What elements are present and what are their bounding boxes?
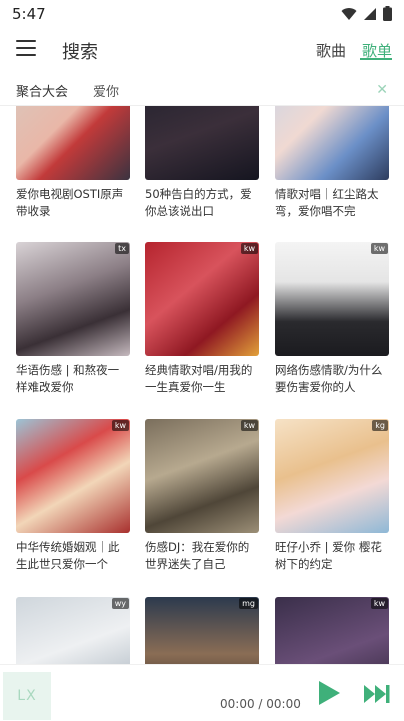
playlist-card[interactable]: 情歌对唱｜红尘路太弯，爱你唱不完 bbox=[275, 106, 389, 220]
album-art[interactable]: LX bbox=[3, 672, 51, 720]
playlist-card[interactable]: 爱你电视剧OSTI原声带收录 bbox=[16, 106, 130, 220]
playlist-card[interactable]: kw bbox=[275, 597, 389, 664]
playlist-cover: wy bbox=[16, 597, 130, 664]
source-badge: kw bbox=[240, 243, 258, 254]
playlist-name: 伤感DJ：我在爱你的世界迷失了自己 bbox=[145, 540, 250, 571]
playlist-cover: tx bbox=[16, 242, 130, 356]
wifi-icon bbox=[341, 7, 357, 20]
active-tab-indicator bbox=[360, 58, 392, 60]
player-bar: LX 00:00 / 00:00 bbox=[0, 664, 404, 721]
source-badge: kg bbox=[372, 420, 388, 431]
playlist-cover: kw bbox=[275, 242, 389, 356]
playlist-card[interactable]: kw 中华传统婚姻观｜此生此世只爱你一个 bbox=[16, 419, 130, 573]
playlist-card[interactable]: 50种告白的方式，爱你总该说出口 bbox=[145, 106, 259, 220]
tab-songs[interactable]: 歌曲 bbox=[316, 40, 346, 61]
playlist-card[interactable]: kw 网络伤感情歌/为什么要伤害爱你的人 bbox=[275, 242, 389, 396]
source-badge: kw bbox=[370, 243, 388, 254]
app-bar: 搜索 歌曲 歌单 bbox=[0, 28, 404, 72]
playlist-cover: mg bbox=[145, 597, 259, 664]
playlist-cover bbox=[145, 106, 259, 180]
search-query: 爱你 bbox=[93, 85, 120, 100]
playlist-card[interactable]: wy bbox=[16, 597, 130, 664]
playlist-card[interactable]: tx 华语伤感 | 和熬夜一样难改爱你 bbox=[16, 242, 130, 396]
playlist-name: 网络伤感情歌/为什么要伤害爱你的人 bbox=[275, 363, 383, 394]
source-badge: kw bbox=[370, 598, 388, 609]
playlist-cover: kg bbox=[275, 419, 389, 533]
playlist-name: 50种告白的方式，爱你总该说出口 bbox=[145, 187, 252, 218]
next-icon[interactable] bbox=[363, 683, 391, 705]
playlist-cover: kw bbox=[275, 597, 389, 664]
playlist-cover bbox=[16, 106, 130, 180]
status-icons bbox=[341, 6, 392, 21]
menu-button[interactable] bbox=[16, 40, 36, 58]
playlist-card[interactable]: kg 旺仔小乔 | 爱你 樱花树下的约定 bbox=[275, 419, 389, 573]
source-badge: tx bbox=[115, 243, 129, 254]
playlist-grid: 爱你电视剧OSTI原声带收录 50种告白的方式，爱你总该说出口 情歌对唱｜红尘路… bbox=[0, 106, 404, 664]
play-icon[interactable] bbox=[316, 680, 342, 706]
playlist-name: 经典情歌对唱/用我的一生真爱你一生 bbox=[145, 363, 253, 394]
playlist-card[interactable]: kw 伤感DJ：我在爱你的世界迷失了自己 bbox=[145, 419, 259, 573]
status-bar: 5:47 bbox=[0, 0, 404, 28]
close-icon[interactable]: ✕ bbox=[376, 82, 388, 98]
status-time: 5:47 bbox=[12, 5, 46, 23]
playlist-name: 中华传统婚姻观｜此生此世只爱你一个 bbox=[16, 540, 120, 571]
play-time: 00:00 / 00:00 bbox=[220, 697, 301, 711]
playlist-cover bbox=[275, 106, 389, 180]
playlist-name: 爱你电视剧OSTI原声带收录 bbox=[16, 187, 124, 218]
source-badge: kw bbox=[111, 420, 129, 431]
playlist-cover: kw bbox=[145, 419, 259, 533]
playlist-card[interactable]: mg bbox=[145, 597, 259, 664]
playlist-name: 情歌对唱｜红尘路太弯，爱你唱不完 bbox=[275, 187, 379, 218]
playlist-name: 华语伤感 | 和熬夜一样难改爱你 bbox=[16, 363, 120, 394]
page-title: 搜索 bbox=[62, 42, 98, 63]
playlist-card[interactable]: kw 经典情歌对唱/用我的一生真爱你一生 bbox=[145, 242, 259, 396]
source-badge: wy bbox=[111, 598, 129, 609]
search-info-bar: 聚合大会 爱你 ✕ bbox=[0, 76, 404, 104]
source-badge: kw bbox=[240, 420, 258, 431]
signal-icon bbox=[364, 7, 376, 20]
playlist-name: 旺仔小乔 | 爱你 樱花树下的约定 bbox=[275, 540, 382, 571]
source-badge: mg bbox=[239, 598, 258, 609]
source-selector[interactable]: 聚合大会 bbox=[16, 81, 68, 100]
battery-icon bbox=[383, 6, 392, 21]
playlist-cover: kw bbox=[16, 419, 130, 533]
playlist-cover: kw bbox=[145, 242, 259, 356]
